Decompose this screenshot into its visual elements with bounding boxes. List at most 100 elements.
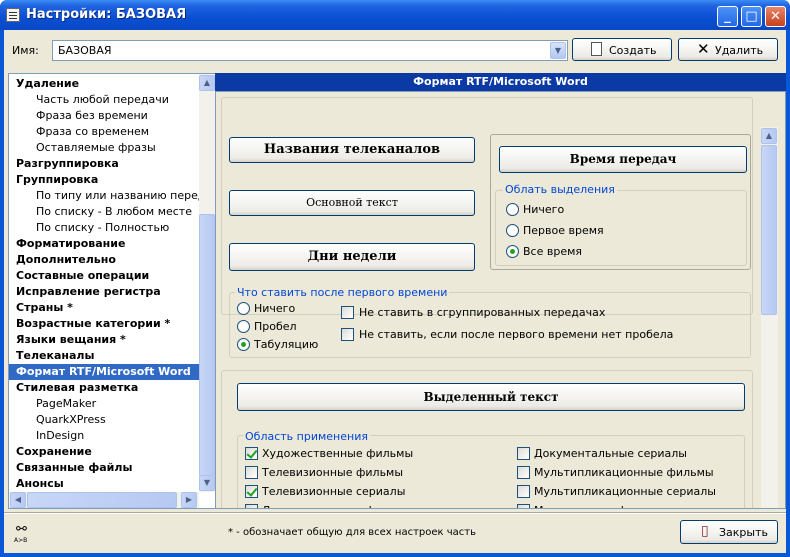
tree-item[interactable]: Удаление bbox=[9, 76, 79, 92]
selection-all-label: Все время bbox=[523, 245, 583, 258]
tree-item[interactable]: InDesign bbox=[9, 428, 84, 444]
scope-checkbox-label: Мультипликационные фильмы bbox=[534, 466, 714, 479]
tree-item[interactable]: Формат RTF/Microsoft Word bbox=[9, 364, 199, 380]
tree-item[interactable]: По списку - В любом месте bbox=[9, 204, 192, 220]
close-button[interactable]: ▯ Закрыть bbox=[680, 520, 778, 544]
binoculars-icon[interactable]: ⚯ bbox=[16, 522, 27, 537]
after-tab-radio[interactable] bbox=[237, 338, 250, 351]
selection-first-radio[interactable] bbox=[506, 224, 519, 237]
selection-none-radio[interactable] bbox=[506, 203, 519, 216]
settings-tree[interactable]: Удаление Часть любой передачи Фраза без вр… bbox=[8, 73, 216, 509]
scope-checkbox[interactable] bbox=[517, 504, 530, 508]
tree-item[interactable]: PageMaker bbox=[9, 396, 96, 412]
after-tab-label: Табуляцию bbox=[254, 338, 319, 351]
tree-item[interactable]: По списку - Полностью bbox=[9, 220, 169, 236]
tree-item[interactable]: Форматирование bbox=[9, 236, 125, 252]
tree-item[interactable]: Составные операции bbox=[9, 268, 149, 284]
tree-item[interactable]: Стилевая разметка bbox=[9, 380, 138, 396]
after-space-radio[interactable] bbox=[237, 320, 250, 333]
skip-grouped-label: Не ставить в сгруппированных передачах bbox=[359, 306, 606, 319]
tree-item[interactable]: Телеканалы bbox=[9, 348, 94, 364]
tree-item[interactable]: По типу или названию передачи bbox=[9, 188, 215, 204]
main-text-button[interactable]: Основной текст bbox=[229, 190, 475, 216]
scope-checkbox-label: Мультипликационные сериалы bbox=[534, 485, 716, 498]
name-value: БАЗОВАЯ bbox=[58, 44, 112, 57]
panel-scroll-up-icon[interactable]: ▲ bbox=[761, 128, 777, 144]
tree-item[interactable]: Языки вещания * bbox=[9, 332, 126, 348]
exit-door-icon: ▯ bbox=[701, 523, 709, 539]
tree-scroll-thumb[interactable] bbox=[199, 214, 215, 476]
panel-vertical-scrollbar[interactable]: ▲ ▼ bbox=[761, 127, 778, 508]
name-combobox[interactable]: БАЗОВАЯ ▼ bbox=[52, 40, 568, 61]
scope-checkbox-label: Документальные фильмы bbox=[262, 504, 413, 508]
chevron-down-icon[interactable]: ▼ bbox=[550, 42, 566, 59]
title-bar[interactable]: Настройки: БАЗОВАЯ _ □ ✕ bbox=[0, 0, 790, 30]
skip-grouped-checkbox[interactable] bbox=[341, 306, 354, 319]
scope-checkbox[interactable] bbox=[245, 504, 258, 508]
app-icon bbox=[6, 8, 20, 22]
tree-item[interactable]: Исправление регистра bbox=[9, 284, 161, 300]
tree-item[interactable]: Анонсы bbox=[9, 476, 64, 492]
tree-item[interactable]: Сохранение bbox=[9, 444, 92, 460]
scope-checkbox[interactable] bbox=[517, 447, 530, 460]
create-label: Создать bbox=[609, 44, 657, 57]
maximize-button[interactable]: □ bbox=[741, 6, 762, 27]
tree-item[interactable]: Возрастные категории * bbox=[9, 316, 170, 332]
scroll-left-icon[interactable]: ◀ bbox=[10, 492, 26, 508]
tree-item[interactable]: Фраза со временем bbox=[9, 124, 149, 140]
tree-item[interactable]: Дополнительно bbox=[9, 252, 116, 268]
create-button[interactable]: Создать bbox=[572, 38, 672, 61]
scroll-down-icon[interactable]: ▼ bbox=[199, 475, 215, 491]
scope-checkbox-label: Художественные фильмы bbox=[262, 447, 414, 460]
scope-checkbox[interactable] bbox=[245, 466, 258, 479]
minimize-icon: _ bbox=[724, 9, 731, 24]
new-document-icon bbox=[591, 42, 602, 56]
selection-area-title: Облать выделения bbox=[503, 183, 617, 196]
close-window-button[interactable]: ✕ bbox=[765, 6, 786, 27]
binoculars-caption: A>B bbox=[14, 537, 28, 544]
tree-item[interactable]: Оставляемые фразы bbox=[9, 140, 156, 156]
selection-all-radio[interactable] bbox=[506, 245, 519, 258]
selected-text-button[interactable]: Выделенный текст bbox=[237, 383, 745, 411]
panel-scroll-thumb[interactable] bbox=[761, 145, 777, 315]
tree-item[interactable]: Группировка bbox=[9, 172, 98, 188]
scope-checkbox-label: Музыкальные фильмы bbox=[534, 504, 665, 508]
name-label: Имя: bbox=[12, 44, 39, 57]
delete-icon: ✕ bbox=[697, 40, 710, 58]
tree-item[interactable]: Часть любой передачи bbox=[9, 92, 169, 108]
scope-title: Область применения bbox=[243, 430, 370, 443]
scope-checkbox-label: Документальные сериалы bbox=[534, 447, 687, 460]
footer-separator bbox=[4, 512, 786, 513]
close-icon: ✕ bbox=[770, 9, 781, 24]
tree-horizontal-scrollbar[interactable]: ◀ ▶ bbox=[9, 492, 199, 508]
scope-checkbox[interactable] bbox=[517, 485, 530, 498]
tree-item[interactable]: Фраза без времени bbox=[9, 108, 148, 124]
weekdays-button[interactable]: Дни недели bbox=[229, 243, 475, 271]
scope-checkbox[interactable] bbox=[517, 466, 530, 479]
close-label: Закрыть bbox=[719, 526, 768, 539]
maximize-icon: □ bbox=[745, 9, 758, 24]
minimize-button[interactable]: _ bbox=[717, 6, 738, 27]
window-client: Имя: БАЗОВАЯ ▼ Создать ✕ Удалить Удалени… bbox=[4, 30, 786, 553]
skip-no-space-label: Не ставить, если после первого времени н… bbox=[359, 328, 674, 341]
tree-item[interactable]: Разгруппировка bbox=[9, 156, 119, 172]
skip-no-space-checkbox[interactable] bbox=[341, 328, 354, 341]
channel-names-button[interactable]: Названия телеканалов bbox=[229, 137, 475, 163]
after-first-time-title: Что ставить после первого времени bbox=[235, 286, 450, 299]
scope-checkbox[interactable] bbox=[245, 447, 258, 460]
scroll-up-icon[interactable]: ▲ bbox=[199, 75, 215, 91]
after-none-label: Ничего bbox=[254, 302, 296, 315]
tree-vertical-scrollbar[interactable]: ▲ ▼ bbox=[199, 74, 215, 492]
tree-hscroll-thumb[interactable] bbox=[27, 492, 177, 508]
tree-item[interactable]: Страны * bbox=[9, 300, 73, 316]
settings-window: Настройки: БАЗОВАЯ _ □ ✕ Имя: БАЗОВАЯ ▼ … bbox=[0, 0, 790, 557]
delete-button[interactable]: ✕ Удалить bbox=[678, 38, 778, 61]
tree-item[interactable]: QuarkXPress bbox=[9, 412, 106, 428]
tree-item[interactable]: Связанные файлы bbox=[9, 460, 132, 476]
scroll-right-icon[interactable]: ▶ bbox=[181, 492, 197, 508]
footer-note: * - обозначает общую для всех настроек ч… bbox=[228, 527, 476, 538]
broadcast-time-button[interactable]: Время передач bbox=[499, 146, 747, 173]
delete-label: Удалить bbox=[715, 44, 764, 57]
scope-checkbox[interactable] bbox=[245, 485, 258, 498]
after-none-radio[interactable] bbox=[237, 302, 250, 315]
